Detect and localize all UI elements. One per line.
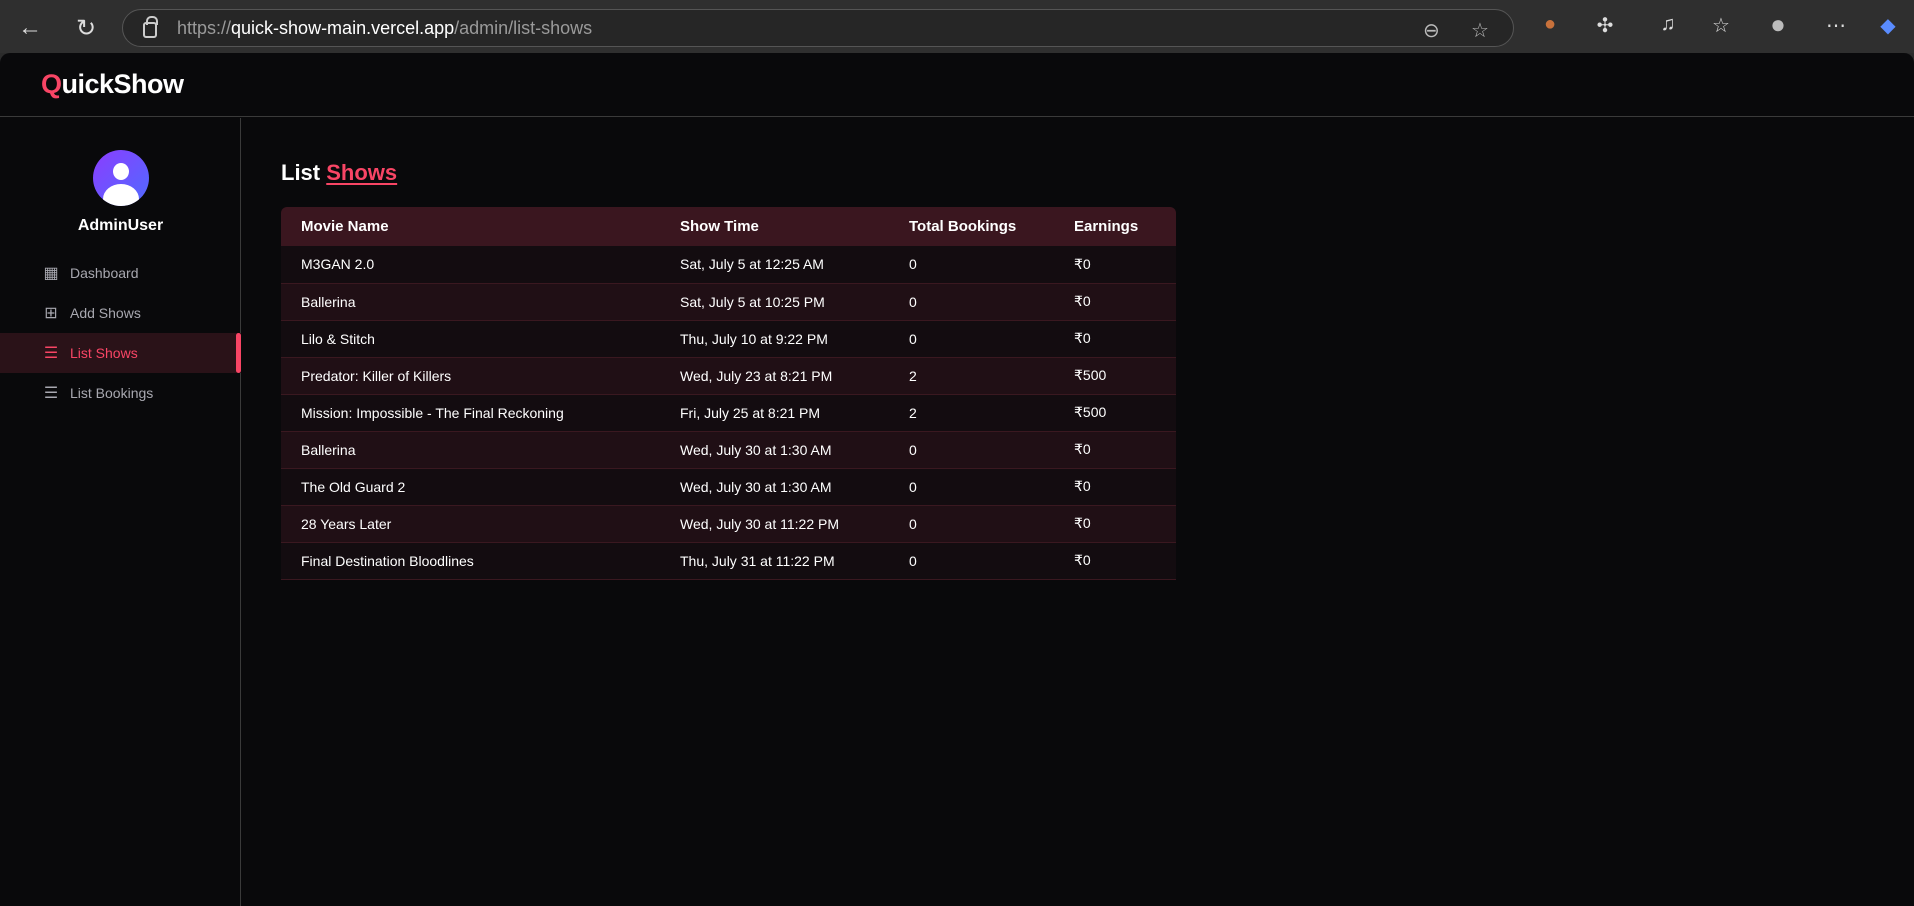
earnings-cell: ₹0	[1074, 441, 1091, 457]
more-icon[interactable]: ⋯	[1822, 13, 1850, 38]
logo-text: uickShow	[61, 69, 185, 99]
column-header: Show Time	[680, 218, 759, 235]
earnings-cell: ₹0	[1074, 515, 1091, 531]
profile-icon[interactable]: ●	[1764, 9, 1792, 40]
earnings-cell: ₹0	[1074, 255, 1091, 272]
title-accent: Shows	[326, 160, 398, 185]
earnings-cell: ₹0	[1074, 478, 1091, 494]
movie-name-cell: Final Destination Bloodlines	[301, 552, 474, 569]
username: AdminUser	[77, 217, 164, 234]
show-time-cell: Sat, July 5 at 10:25 PM	[680, 293, 825, 310]
zoom-out-icon[interactable]: ⊖	[1423, 18, 1440, 43]
url-scheme: https://	[177, 17, 232, 38]
sidebar-item-dashboard[interactable]: ▦ Dashboard	[0, 253, 241, 293]
plus-square-icon: ⊞	[44, 305, 58, 322]
show-time-cell: Wed, July 30 at 1:30 AM	[680, 441, 832, 458]
total-bookings-cell: 2	[909, 404, 917, 421]
copilot-icon[interactable]: ◆	[1874, 13, 1902, 38]
show-time-cell: Wed, July 30 at 1:30 AM	[680, 478, 832, 495]
movie-name-cell: 28 Years Later	[301, 515, 392, 532]
table-row: Ballerina Wed, July 30 at 1:30 AM 0 ₹0	[281, 431, 1176, 468]
address-bar[interactable]: https://quick-show-main.vercel.app/admin…	[122, 9, 1514, 47]
table-header-row: Movie Name Show Time Total Bookings Earn…	[281, 207, 1176, 246]
back-icon[interactable]: ←	[14, 12, 46, 44]
sidebar-item-label: Dashboard	[70, 265, 139, 281]
show-time-cell: Wed, July 30 at 11:22 PM	[680, 515, 840, 532]
show-time-cell: Thu, July 31 at 11:22 PM	[680, 552, 835, 569]
total-bookings-cell: 2	[909, 367, 917, 384]
list-icon: ☰	[43, 345, 59, 362]
title-plain: List	[281, 160, 321, 185]
column-header: Total Bookings	[909, 218, 1017, 235]
sidebar: AdminUser ▦ Dashboard ⊞ Add Shows ☰ List Sh…	[0, 118, 241, 906]
url-path: /admin/list-shows	[454, 17, 593, 38]
total-bookings-cell: 0	[909, 330, 917, 347]
reload-icon[interactable]: ↻	[70, 12, 102, 44]
total-bookings-cell: 0	[909, 441, 917, 458]
table-row: Mission: Impossible - The Final Reckonin…	[281, 394, 1176, 431]
browser-toolbar: ← ↻ https://quick-show-main.vercel.app/a…	[0, 0, 1914, 53]
earnings-cell: ₹500	[1074, 404, 1107, 420]
earnings-cell: ₹0	[1074, 552, 1091, 568]
lock-icon	[143, 16, 158, 38]
movie-name-cell: The Old Guard 2	[301, 478, 406, 495]
logo-q: Q	[41, 69, 62, 99]
page-title: List Shows	[281, 160, 397, 186]
show-time-cell: Wed, July 23 at 8:21 PM	[680, 367, 833, 384]
show-time-cell: Sat, July 5 at 12:25 AM	[680, 256, 824, 273]
main-content: List Shows Movie Name Show Time Total Bo…	[281, 160, 1176, 579]
shows-table: Movie Name Show Time Total Bookings Earn…	[281, 207, 1176, 580]
extensions-icon[interactable]: ✣	[1591, 13, 1619, 38]
favorites-icon[interactable]: ☆	[1707, 13, 1735, 38]
earnings-cell: ₹0	[1074, 330, 1091, 346]
media-icon[interactable]: ♫	[1654, 13, 1682, 36]
sidebar-item-label: List Shows	[70, 345, 138, 361]
sidebar-item-add-shows[interactable]: ⊞ Add Shows	[0, 293, 241, 333]
url-host: quick-show-main.vercel.app	[231, 17, 455, 38]
sidebar-item-label: Add Shows	[70, 305, 141, 321]
movie-name-cell: Ballerina	[301, 293, 356, 310]
avatar	[93, 150, 149, 206]
earnings-cell: ₹500	[1074, 367, 1107, 383]
app-header: QuickShow	[0, 53, 1914, 117]
movie-name-cell: Lilo & Stitch	[301, 330, 375, 347]
show-time-cell: Fri, July 25 at 8:21 PM	[680, 404, 821, 421]
column-header: Earnings	[1074, 218, 1139, 235]
cookie-icon[interactable]: ●	[1536, 13, 1564, 36]
table-row: The Old Guard 2 Wed, July 30 at 1:30 AM 0 ₹…	[281, 468, 1176, 505]
app: QuickShow AdminUser ▦ Dashboard ⊞ Add Show…	[0, 53, 1914, 906]
show-time-cell: Thu, July 10 at 9:22 PM	[680, 330, 828, 347]
total-bookings-cell: 0	[909, 478, 917, 495]
table-row: Ballerina Sat, July 5 at 10:25 PM 0 ₹0	[281, 283, 1176, 320]
table-row: 28 Years Later Wed, July 30 at 11:22 PM 0 ₹…	[281, 505, 1176, 542]
movie-name-cell: Ballerina	[301, 441, 356, 458]
movie-name-cell: M3GAN 2.0	[301, 256, 375, 273]
table-row: Predator: Killer of Killers Wed, July 23 …	[281, 357, 1176, 394]
table-row: Lilo & Stitch Thu, July 10 at 9:22 PM 0 ₹0	[281, 320, 1176, 357]
sidebar-item-list-shows[interactable]: ☰ List Shows	[0, 333, 241, 373]
table-row: Final Destination Bloodlines Thu, July 31…	[281, 542, 1176, 579]
total-bookings-cell: 0	[909, 515, 917, 532]
table-row: M3GAN 2.0 Sat, July 5 at 12:25 AM 0 ₹0	[281, 246, 1176, 283]
column-header: Movie Name	[301, 218, 389, 235]
earnings-cell: ₹0	[1074, 293, 1091, 309]
movie-name-cell: Mission: Impossible - The Final Reckonin…	[301, 404, 564, 421]
total-bookings-cell: 0	[909, 293, 917, 310]
list-ordered-icon: ☰	[43, 385, 59, 402]
logo[interactable]: QuickShow	[41, 69, 184, 100]
sidebar-item-list-bookings[interactable]: ☰ List Bookings	[0, 373, 241, 413]
favorite-star-icon[interactable]: ☆	[1471, 18, 1489, 43]
sidebar-item-label: List Bookings	[70, 385, 154, 401]
total-bookings-cell: 0	[909, 256, 917, 273]
total-bookings-cell: 0	[909, 552, 917, 569]
dashboard-icon: ▦	[43, 265, 59, 282]
movie-name-cell: Predator: Killer of Killers	[301, 367, 452, 384]
